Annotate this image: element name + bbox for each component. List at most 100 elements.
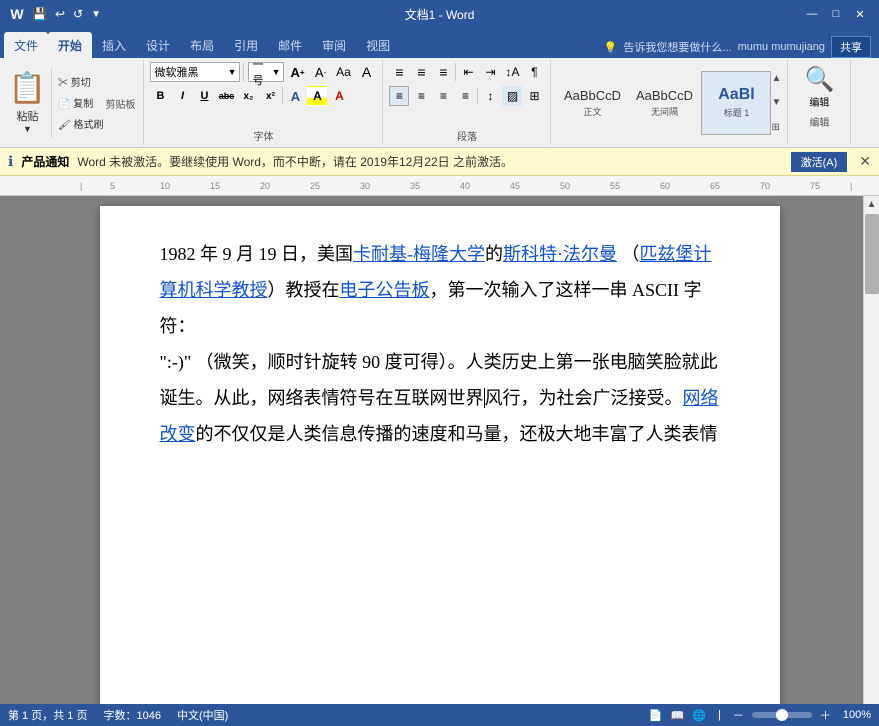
- style-normal[interactable]: AaBbCcD 正文: [557, 71, 627, 135]
- copy-button[interactable]: 📄 复制: [56, 94, 105, 111]
- tab-insert[interactable]: 插入: [92, 32, 136, 58]
- clipboard-group: 📋 粘贴 ▼ ✂ 剪切 📄 复制 🖌 格式刷 剪贴板: [0, 60, 144, 145]
- share-button[interactable]: 共享: [831, 36, 871, 58]
- style-no-spacing-label: 无间隔: [651, 105, 678, 118]
- style-no-spacing[interactable]: AaBbCcD 无间隔: [629, 71, 699, 135]
- decrease-font-button[interactable]: A-: [310, 62, 330, 82]
- zoom-slider-thumb[interactable]: [776, 709, 788, 721]
- paste-button[interactable]: 📋 粘贴 ▼: [8, 68, 52, 138]
- page-count: 第 1 页，共 1 页: [8, 707, 87, 723]
- bold-button[interactable]: B: [150, 86, 170, 106]
- tab-review[interactable]: 审阅: [312, 32, 356, 58]
- view-web-button[interactable]: 🌐: [692, 709, 706, 722]
- clear-format-button[interactable]: A: [356, 62, 376, 82]
- align-center-button[interactable]: ≡: [411, 86, 431, 106]
- redo-button[interactable]: ↺: [71, 6, 85, 22]
- word-logo-icon: W: [8, 5, 26, 23]
- bullets-button[interactable]: ≡: [389, 62, 409, 82]
- tab-home[interactable]: 开始: [48, 32, 92, 58]
- link-network-change[interactable]: 网络改变: [160, 388, 719, 444]
- subscript-button[interactable]: x₂: [238, 86, 258, 106]
- language-indicator: 中文(中国): [177, 707, 228, 723]
- borders-button[interactable]: ⊞: [524, 86, 544, 106]
- find-button[interactable]: 🔍 编辑: [794, 62, 844, 112]
- undo-button[interactable]: ↩: [53, 6, 67, 22]
- style-heading1-label: 标题 1: [724, 106, 750, 119]
- increase-indent-button[interactable]: ⇥: [480, 62, 500, 82]
- link-carnegie-mellon[interactable]: 卡耐基-梅隆大学: [353, 244, 485, 264]
- zoom-out-button[interactable]: －: [733, 707, 744, 723]
- activate-button[interactable]: 激活(A): [791, 152, 848, 172]
- window-controls: — □ ✕: [801, 6, 871, 22]
- font-name-value: 微软雅黑: [154, 64, 198, 80]
- show-hide-button[interactable]: ¶: [524, 62, 544, 82]
- tab-layout[interactable]: 布局: [180, 32, 224, 58]
- minimize-button[interactable]: —: [801, 6, 823, 22]
- styles-scroll-up-button[interactable]: ▲: [771, 73, 781, 84]
- title-bar: W 💾 ↩ ↺ ▼ 文档1 - Word — □ ✕: [0, 0, 879, 28]
- style-heading1[interactable]: AaBl 标题 1: [701, 71, 771, 135]
- highlight-button[interactable]: A: [307, 86, 327, 106]
- italic-button[interactable]: I: [172, 86, 192, 106]
- close-button[interactable]: ✕: [849, 6, 871, 22]
- scroll-thumb[interactable]: [865, 214, 879, 294]
- change-case-button[interactable]: Aa: [333, 62, 353, 82]
- shading-button[interactable]: ▨: [502, 86, 522, 106]
- tab-mailings[interactable]: 邮件: [268, 32, 312, 58]
- document-page[interactable]: 1982 年 9 月 19 日，美国卡耐基-梅隆大学的斯科特·法尔曼 （匹兹堡计…: [100, 206, 780, 724]
- clipboard-label: 剪贴板: [105, 96, 135, 111]
- font-name-selector[interactable]: 微软雅黑 ▼: [150, 62, 240, 82]
- link-bbs[interactable]: 电子公告板: [340, 280, 430, 300]
- ribbon-tabs: 文件 开始 插入 设计 布局 引用 邮件 审阅 视图 💡 告诉我您想要做什么..…: [0, 28, 879, 58]
- vertical-scrollbar[interactable]: ▲ ▼: [863, 196, 879, 724]
- font-format-row: B I U abc x₂ x² A A A: [150, 86, 349, 106]
- style-normal-label: 正文: [583, 105, 601, 118]
- tab-file[interactable]: 文件: [4, 32, 48, 58]
- tab-view[interactable]: 视图: [356, 32, 400, 58]
- save-button[interactable]: 💾: [30, 6, 49, 22]
- align-left-button[interactable]: ≡: [389, 86, 409, 106]
- multilevel-list-button[interactable]: ≡: [433, 62, 453, 82]
- cut-button[interactable]: ✂ 剪切: [56, 73, 105, 90]
- status-bar: 第 1 页，共 1 页 字数：1046 中文(中国) 📄 📖 🌐 | － ＋ 1…: [0, 704, 879, 726]
- font-name-row: 微软雅黑 ▼ 一号 ▼ A+ A- Aa A: [150, 62, 376, 82]
- format-painter-button[interactable]: 🖌 格式刷: [56, 115, 105, 132]
- font-name-dropdown-icon[interactable]: ▼: [228, 67, 237, 77]
- view-print-layout-button[interactable]: 📄: [649, 709, 663, 722]
- decrease-indent-button[interactable]: ⇤: [458, 62, 478, 82]
- styles-expand-button[interactable]: ⊞: [771, 122, 781, 133]
- maximize-button[interactable]: □: [825, 6, 847, 22]
- superscript-button[interactable]: x²: [260, 86, 280, 106]
- zoom-in-button[interactable]: ＋: [820, 707, 831, 723]
- font-color-button[interactable]: A: [329, 86, 349, 106]
- font-size-dropdown-icon[interactable]: ▼: [272, 67, 281, 77]
- styles-scroll-down-button[interactable]: ▼: [771, 97, 781, 108]
- customize-quick-access-button[interactable]: ▼: [89, 8, 103, 21]
- editing-label: 编辑: [809, 94, 829, 109]
- paragraph-group: ≡ ≡ ≡ ⇤ ⇥ ↕A ¶ ≡ ≡ ≡ ≡ ↕ ▨ ⊞ 段落: [383, 60, 551, 145]
- notification-bar: ℹ 产品通知 Word 未被激活。要继续使用 Word，而不中断，请在 2019…: [0, 148, 879, 176]
- tab-design[interactable]: 设计: [136, 32, 180, 58]
- ruler: | 5 10 15 20 25 30 35 40 45 50 55 60 65 …: [0, 176, 879, 196]
- style-heading1-preview: AaBl: [718, 86, 754, 104]
- styles-group: AaBbCcD 正文 AaBbCcD 无间隔 AaBl 标题 1 ▲ ▼ ⊞ 样…: [551, 60, 788, 145]
- scroll-up-button[interactable]: ▲: [864, 196, 879, 212]
- tab-references[interactable]: 引用: [224, 32, 268, 58]
- paragraph-bottom-row: ≡ ≡ ≡ ≡ ↕ ▨ ⊞: [389, 86, 544, 106]
- numbering-button[interactable]: ≡: [411, 62, 431, 82]
- underline-button[interactable]: U: [194, 86, 214, 106]
- zoom-level: 100%: [843, 709, 871, 721]
- align-right-button[interactable]: ≡: [433, 86, 453, 106]
- text-effect-button[interactable]: A: [285, 86, 305, 106]
- line-spacing-button[interactable]: ↕: [480, 86, 500, 106]
- increase-font-button[interactable]: A+: [287, 62, 307, 82]
- sort-button[interactable]: ↕A: [502, 62, 522, 82]
- notification-close-button[interactable]: ✕: [859, 153, 871, 170]
- link-scott-fahlman[interactable]: 斯科特·法尔曼: [503, 244, 617, 264]
- font-size-value: 一号: [252, 56, 271, 88]
- view-read-mode-button[interactable]: 📖: [671, 709, 685, 722]
- strikethrough-button[interactable]: abc: [216, 86, 236, 106]
- help-prompt[interactable]: 告诉我您想要做什么...: [623, 39, 731, 55]
- justify-button[interactable]: ≡: [455, 86, 475, 106]
- font-size-selector[interactable]: 一号 ▼: [248, 62, 284, 82]
